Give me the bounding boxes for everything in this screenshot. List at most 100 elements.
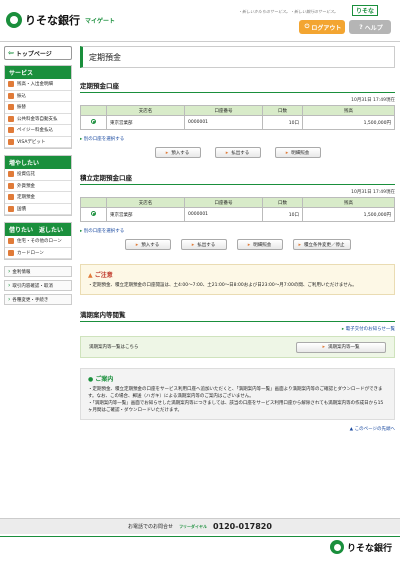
col-branch: 支店名: [106, 197, 185, 208]
row-balance: 1,500,000円: [302, 115, 395, 130]
sidebar-group-service: サービス 残高・入出金明細 振込 振替 公共料金等自動支払 ペイジー料金払込 V…: [4, 65, 72, 149]
sidebar-item-time-deposit[interactable]: 定期預金: [5, 192, 71, 204]
sidebar-item-utility[interactable]: 公共料金等自動支払: [5, 113, 71, 125]
sidebar-item-payeasy[interactable]: ペイジー料金払込: [5, 125, 71, 137]
sidebar-item-label: VISAデビット: [17, 139, 46, 145]
statement-button[interactable]: 明細照会: [274, 147, 321, 158]
account-radio[interactable]: [91, 119, 96, 124]
sidebar-item-bond[interactable]: 国債: [5, 203, 71, 215]
row-balance: 1,500,000円: [302, 207, 395, 222]
header: りそな銀行 マイゲート ・新しいかたちのサービス。・新しい銀行のサービス。 りそ…: [0, 0, 400, 42]
col-account: 口座番号: [184, 105, 263, 116]
installment-account-table: 支店名 口座番号 口数 残高 東京営業部 0000001 10口 1,500,0…: [80, 197, 395, 222]
notice-title-label: ご注意: [94, 272, 113, 279]
bond-icon: [8, 205, 14, 212]
statement-button[interactable]: 明細照会: [236, 239, 283, 250]
row-count: 10口: [262, 115, 303, 130]
resona-logo[interactable]: りそな銀行 マイゲート: [6, 12, 115, 28]
notice-text: ・定期預金、積立定期預金の口座開設は、土4:00〜7:00、土21:00〜日8:…: [88, 283, 357, 288]
visa-card-icon: [8, 138, 14, 145]
sidebar-item-label: 振替: [17, 105, 26, 111]
time-deposit-icon: [8, 194, 14, 201]
sidebar-item-trust[interactable]: 投資信託: [5, 169, 71, 181]
account-radio[interactable]: [91, 211, 96, 216]
sidebar-item-visa-debit[interactable]: VISAデビット: [5, 136, 71, 148]
guide-line-1: ・定期預金、積立定期預金の口座をサービス利用口座へ追加いただくと、「満期案内等一…: [88, 387, 383, 399]
foreign-currency-icon: [8, 182, 14, 189]
guide-title-label: ご案内: [95, 376, 114, 383]
sidebar-link-settings[interactable]: 各種変更・手続き: [4, 294, 72, 305]
maturity-section-title: 満期案内等閲覧: [80, 309, 395, 322]
sidebar-group-loan: 借りたい 返したい 住宅・その他のローン カードローン: [4, 222, 72, 260]
installment-button-row: 預入する 払出する 明細照会 積立条件変更／停止: [80, 239, 395, 250]
installment-section-title: 積立定期預金口座: [80, 172, 395, 185]
withdraw-button[interactable]: 払出する: [214, 147, 261, 158]
logout-icon: ⏻: [304, 23, 310, 30]
sidebar-item-transfer[interactable]: 振込: [5, 90, 71, 102]
col-balance: 残高: [302, 197, 395, 208]
sidebar-item-card-loan[interactable]: カードローン: [5, 247, 71, 259]
sidebar-item-label: ペイジー料金払込: [17, 128, 53, 134]
guide-title: ● ご案内: [88, 374, 387, 383]
sidebar-link-history[interactable]: 取引内容確認・取消: [4, 280, 72, 291]
resona-mark-icon: [330, 540, 344, 554]
account-transfer-icon: [8, 104, 14, 111]
row-select-cell: [80, 115, 107, 130]
row-branch: 東京営業部: [106, 207, 185, 222]
main-content: 定期預金 定期預金口座 10月31日 17:49現在 支店名 口座番号 口数 残…: [80, 46, 395, 432]
sidebar-item-home-loan[interactable]: 住宅・その他のローン: [5, 236, 71, 248]
help-label: ヘルプ: [364, 24, 383, 32]
withdraw-button[interactable]: 払出する: [180, 239, 227, 250]
sidebar-group-title: 増やしたい: [5, 156, 71, 169]
trust-icon: [8, 171, 14, 178]
sidebar-item-label: カードローン: [17, 250, 44, 256]
warning-icon: ▲: [88, 272, 93, 279]
sidebar-item-label: 投資信託: [17, 172, 35, 178]
regular-account-table: 支店名 口座番号 口数 残高 東京営業部 0000001 10口 1,500,0…: [80, 105, 395, 130]
installment-other-account-link[interactable]: 別の口座を選択する: [80, 228, 395, 234]
maturity-list-button[interactable]: 満期案内等一覧: [296, 341, 386, 353]
notice-title: ▲ ご注意: [88, 270, 387, 279]
footer-contact: お電話でのお問合せ フリーダイヤル 0120-017820: [0, 518, 400, 534]
logout-button[interactable]: ⏻ ログアウト: [299, 20, 345, 34]
balance-icon: [8, 81, 14, 88]
transfer-icon: [8, 92, 14, 99]
table-header-row: 支店名 口座番号 口数 残高: [80, 105, 395, 116]
maturity-list-text: 満期案内等一覧はこちら: [89, 345, 139, 350]
tagline: ・新しいかたちのサービス。・新しい銀行のサービス。: [238, 9, 338, 14]
col-balance: 残高: [302, 105, 395, 116]
help-button[interactable]: ? ヘルプ: [349, 20, 391, 34]
sidebar-top-page[interactable]: ⇦ トップページ: [4, 46, 72, 60]
info-icon: ●: [88, 376, 94, 383]
installment-asof: 10月31日 17:49現在: [351, 190, 395, 195]
sidebar-item-label: 残高・入出金明細: [17, 82, 53, 88]
electronic-notice-link[interactable]: 電子交付のお知らせ一覧: [80, 326, 395, 332]
sidebar-item-account-transfer[interactable]: 振替: [5, 102, 71, 114]
brand-name: りそな銀行: [25, 14, 80, 27]
service-name: マイゲート: [85, 17, 116, 25]
table-header-row: 支店名 口座番号 口数 残高: [80, 197, 395, 208]
house-icon: [8, 238, 14, 245]
regular-other-account-link[interactable]: 別の口座を選択する: [80, 136, 395, 142]
sidebar-item-label: 国債: [17, 206, 26, 212]
deposit-button[interactable]: 預入する: [154, 147, 201, 158]
table-row: 東京営業部 0000001 10口 1,500,000円: [80, 115, 395, 130]
up-arrow-icon: ▲: [349, 427, 354, 432]
col-select: [80, 105, 107, 116]
row-branch: 東京営業部: [106, 115, 185, 130]
to-top-link[interactable]: ▲ このページの先頭へ: [80, 426, 395, 432]
sidebar-item-label: 定期預金: [17, 195, 35, 201]
footer-divider: [0, 536, 400, 537]
sidebar-item-foreign[interactable]: 外貨預金: [5, 180, 71, 192]
card-icon: [8, 249, 14, 256]
col-account: 口座番号: [184, 197, 263, 208]
footer-brand: りそな銀行: [347, 543, 393, 554]
deposit-button[interactable]: 預入する: [124, 239, 171, 250]
change-terms-button[interactable]: 積立条件変更／停止: [292, 239, 351, 250]
regular-button-row: 預入する 払出する 明細照会: [80, 147, 395, 158]
col-select: [80, 197, 107, 208]
sidebar: ⇦ トップページ サービス 残高・入出金明細 振込 振替 公共料金等自動支払 ペ…: [4, 46, 72, 308]
sidebar-link-rates[interactable]: 金利情報: [4, 266, 72, 277]
sidebar-group-invest: 増やしたい 投資信託 外貨預金 定期預金 国債: [4, 155, 72, 216]
sidebar-item-balance[interactable]: 残高・入出金明細: [5, 79, 71, 91]
